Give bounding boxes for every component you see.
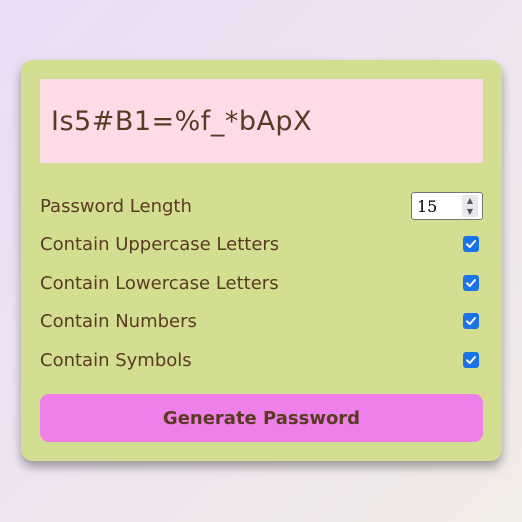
chevron-up-icon[interactable]: ▲	[467, 196, 473, 205]
uppercase-checkbox[interactable]	[463, 236, 479, 252]
checkmark-icon	[466, 317, 476, 325]
option-label-numbers: Contain Numbers	[40, 310, 197, 332]
generate-password-button[interactable]: Generate Password	[40, 394, 483, 442]
numbers-checkbox[interactable]	[463, 313, 479, 329]
symbols-checkbox[interactable]	[463, 352, 479, 368]
password-generator-card: Is5#B1=%f_*bApX Password Length 15 ▲ ▼ C…	[21, 60, 502, 461]
option-label-lowercase: Contain Lowercase Letters	[40, 272, 279, 294]
length-spinner[interactable]: ▲ ▼	[462, 195, 478, 217]
chevron-down-icon[interactable]: ▼	[467, 207, 473, 216]
option-row-lowercase: Contain Lowercase Letters	[40, 268, 483, 298]
password-text: Is5#B1=%f_*bApX	[51, 105, 313, 137]
checkmark-icon	[466, 356, 476, 364]
option-row-numbers: Contain Numbers	[40, 306, 483, 336]
length-value: 15	[417, 196, 438, 216]
option-label-uppercase: Contain Uppercase Letters	[40, 233, 280, 255]
password-display[interactable]: Is5#B1=%f_*bApX	[40, 79, 483, 163]
checkmark-icon	[466, 279, 476, 287]
lowercase-checkbox[interactable]	[463, 275, 479, 291]
option-row-symbols: Contain Symbols	[40, 345, 483, 375]
length-input[interactable]: 15 ▲ ▼	[411, 192, 483, 220]
option-label-symbols: Contain Symbols	[40, 349, 192, 371]
length-row: Password Length 15 ▲ ▼	[40, 191, 483, 221]
checkmark-icon	[466, 240, 476, 248]
option-row-uppercase: Contain Uppercase Letters	[40, 229, 483, 259]
length-label: Password Length	[40, 195, 192, 217]
